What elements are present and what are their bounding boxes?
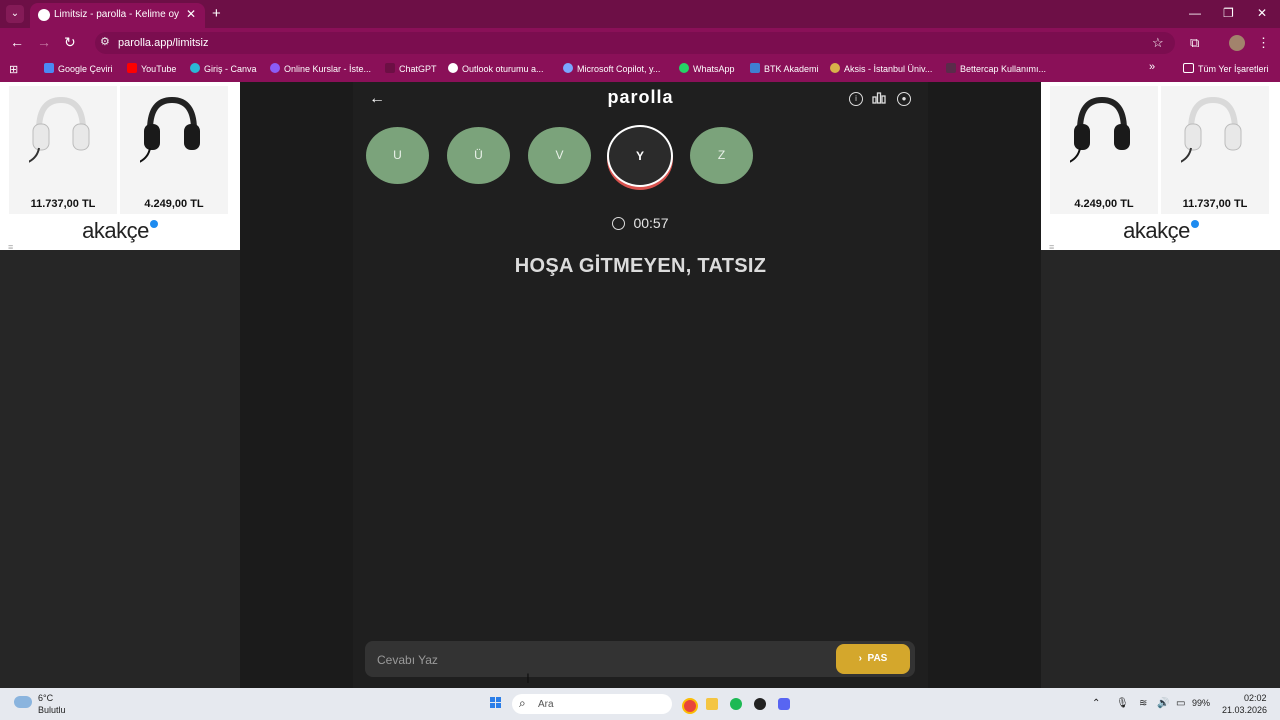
ad-price: 11.737,00 TL	[1182, 198, 1248, 210]
ad-price: 4.249,00 TL	[144, 198, 204, 210]
white-headset-icon	[29, 96, 90, 163]
close-window-icon[interactable]: ✕	[1257, 6, 1267, 20]
bookmark-chatgpt[interactable]: ChatGPT	[385, 63, 437, 74]
close-tab-icon[interactable]: ✕	[186, 7, 196, 21]
left-ad-banner[interactable]: 11.737,00 TL 4.249,00 TL akakçe ≡	[0, 82, 240, 252]
more-bookmarks-icon[interactable]: »	[1149, 61, 1155, 73]
left-gutter	[0, 250, 240, 688]
parolla-game: ← parolla i ● U Ü V Y Z 00:57 HOŞA GİTME…	[353, 82, 928, 688]
bookmarks-bar: ⊞ Google Çeviri YouTube Giriş - Canva On…	[0, 58, 1280, 82]
battery-percent: 99%	[1192, 698, 1211, 708]
chevron-up-icon[interactable]: ⌃	[1092, 698, 1100, 709]
bookmark-canva[interactable]: Giriş - Canva	[190, 63, 257, 74]
file-explorer-icon[interactable]	[706, 698, 718, 710]
wifi-icon[interactable]: ≋	[1139, 698, 1147, 709]
volume-icon[interactable]: 🔊	[1157, 698, 1169, 709]
apps-grid-icon[interactable]: ⊞	[9, 63, 18, 76]
black-headset-icon	[140, 96, 200, 163]
battery-icon[interactable]: ▭	[1176, 698, 1185, 709]
search-placeholder: Ara	[538, 699, 554, 710]
ad-product-white-headset[interactable]: 11.737,00 TL	[9, 86, 117, 214]
ad-price: 11.737,00 TL	[30, 198, 96, 210]
extensions-icon[interactable]: ⧉	[1190, 35, 1199, 51]
bookmark-youtube[interactable]: YouTube	[127, 63, 176, 74]
windows-taskbar: 6°C Bulutlu ⌕ Ara ⌃ 🎙 ≋ 🔊 ▭ 99% 02:02 21…	[0, 688, 1280, 720]
bookmark-outlook[interactable]: Outlook oturumu a...	[448, 63, 544, 74]
countdown-timer: 00:57	[353, 215, 928, 231]
all-bookmarks-folder[interactable]: Tüm Yer İşaretleri	[1183, 63, 1269, 74]
verified-check-icon	[1190, 220, 1199, 228]
parolla-logo: parolla	[607, 87, 674, 107]
chrome-app-icon[interactable]	[682, 698, 698, 714]
chrome-menu-icon[interactable]: ⋮	[1257, 35, 1270, 51]
akakce-logo: akakçe	[0, 218, 240, 244]
bookmark-copilot[interactable]: Microsoft Copilot, y...	[563, 63, 660, 74]
browser-toolbar: ← → ↻ ⚙ parolla.app/limitsiz ☆ ⧉ ⋮	[0, 28, 1280, 58]
clock-date[interactable]: 21.03.2026	[1222, 705, 1267, 715]
tab-title: Limitsiz - parolla - Kelime oyunu	[54, 9, 179, 20]
question-text: HOŞA GİTMEYEN, TATSIZ	[514, 255, 767, 277]
address-bar[interactable]: ⚙ parolla.app/limitsiz	[95, 32, 1175, 54]
answer-input[interactable]	[375, 649, 819, 671]
bookmark-google-ceviri[interactable]: Google Çeviri	[44, 63, 113, 74]
weather-temp[interactable]: 6°C	[38, 693, 53, 703]
answer-bar: › PAS	[365, 641, 915, 677]
bookmark-star-icon[interactable]: ☆	[1152, 35, 1164, 51]
pass-button[interactable]: › PAS	[836, 644, 910, 674]
chevron-right-icon: ›	[858, 653, 862, 664]
stats-icon[interactable]	[872, 92, 886, 104]
white-headset-icon	[1181, 96, 1242, 163]
letter-bubble: U	[366, 127, 429, 184]
reload-icon[interactable]: ↻	[64, 34, 76, 51]
weather-desc[interactable]: Bulutlu	[38, 705, 66, 715]
microphone-icon[interactable]: 🎙	[1116, 698, 1129, 709]
site-settings-icon[interactable]: ⚙	[100, 35, 110, 48]
forward-arrow-icon[interactable]: →	[37, 34, 51, 50]
bookmark-whatsapp[interactable]: WhatsApp	[679, 63, 735, 74]
profile-avatar[interactable]	[1229, 35, 1245, 51]
new-tab-icon[interactable]: +	[212, 5, 221, 22]
profile-icon[interactable]: ●	[897, 92, 911, 106]
active-letter-bubble: Y	[607, 125, 673, 187]
info-icon[interactable]: i	[849, 92, 863, 106]
right-ad-banner[interactable]: 4.249,00 TL 11.737,00 TL akakçe ≡	[1041, 82, 1280, 252]
discord-icon[interactable]	[778, 698, 790, 710]
clock-time[interactable]: 02:02	[1244, 693, 1267, 703]
parolla-favicon-icon	[38, 9, 50, 21]
verified-check-icon	[149, 220, 158, 228]
restore-icon[interactable]: ❐	[1223, 6, 1234, 20]
letter-bubble: Ü	[447, 127, 510, 184]
right-gutter	[1041, 250, 1280, 688]
letter-bubble: Z	[690, 127, 753, 184]
bookmark-bettercap[interactable]: Bettercap Kullanımı...	[946, 63, 1046, 74]
bookmark-aksis[interactable]: Aksis - İstanbul Üniv...	[830, 63, 932, 74]
ad-product-black-headset[interactable]: 4.249,00 TL	[120, 86, 228, 214]
ad-price: 4.249,00 TL	[1074, 198, 1134, 210]
tab-search-button[interactable]: ⌄	[6, 5, 24, 23]
app-icon[interactable]	[754, 698, 766, 710]
back-arrow-icon[interactable]: ←	[10, 34, 24, 50]
tab-bar: ⌄ Limitsiz - parolla - Kelime oyunu ✕ + …	[0, 0, 1280, 28]
bookmark-online-kurslar[interactable]: Online Kurslar - İste...	[270, 63, 371, 74]
cloud-icon[interactable]	[14, 696, 32, 708]
akakce-logo: akakçe	[1041, 218, 1280, 244]
minimize-icon[interactable]: —	[1189, 6, 1201, 20]
ad-product-white-headset[interactable]: 11.737,00 TL	[1161, 86, 1269, 214]
clock-icon	[612, 217, 626, 230]
letter-bubble: V	[528, 127, 591, 184]
spotify-icon[interactable]	[730, 698, 742, 710]
black-headset-icon	[1070, 96, 1130, 163]
bookmark-btk-akademi[interactable]: BTK Akademi	[750, 63, 819, 74]
windows-start-icon[interactable]	[490, 697, 502, 709]
url-text[interactable]: parolla.app/limitsiz	[118, 37, 208, 49]
taskbar-search[interactable]: ⌕ Ara	[512, 694, 672, 714]
ad-product-black-headset[interactable]: 4.249,00 TL	[1050, 86, 1158, 214]
text-cursor-icon: I	[526, 670, 530, 686]
active-tab[interactable]: Limitsiz - parolla - Kelime oyunu ✕	[30, 3, 205, 28]
search-icon: ⌕	[519, 696, 526, 710]
